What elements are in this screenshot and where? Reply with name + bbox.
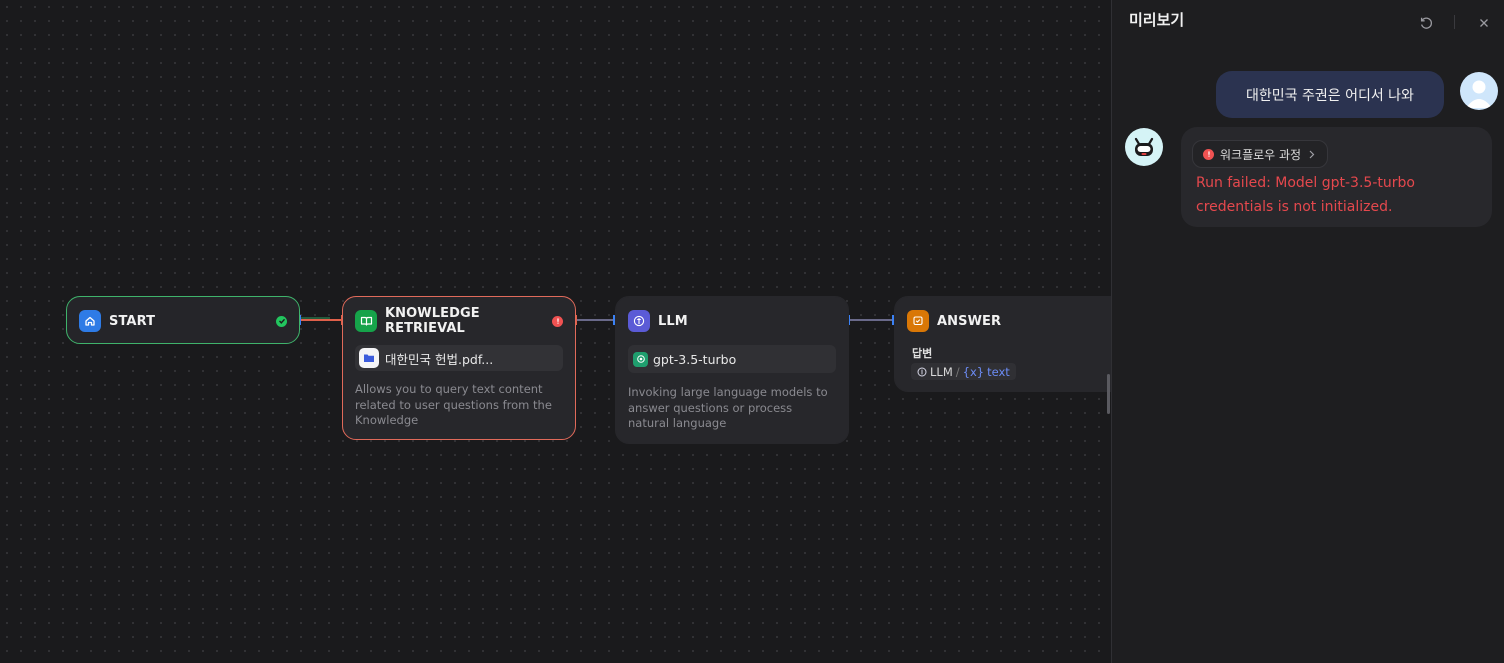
folder-icon (359, 348, 379, 368)
book-icon (355, 310, 377, 332)
close-icon[interactable] (1474, 13, 1494, 33)
success-check-icon (276, 315, 287, 327)
start-node[interactable]: START (66, 296, 300, 344)
error-status-icon (1203, 148, 1214, 160)
workflow-canvas[interactable]: START KNOWLEDGE RETRIEVAL 대한민국 헌법.pdf...… (0, 0, 1112, 663)
llm-icon (628, 310, 650, 332)
knowledge-node-title: KNOWLEDGE RETRIEVAL (385, 306, 480, 336)
llm-description: Invoking large language models to answer… (628, 385, 828, 430)
user-message-bubble: 대한민국 주권은 어디서 나와 (1216, 71, 1444, 118)
llm-node-title: LLM (658, 313, 688, 329)
llm-small-icon (917, 367, 927, 377)
workflow-process-label: 워크플로우 과정 (1220, 147, 1302, 162)
answer-variable-chip[interactable]: LLM / {x} text (911, 363, 1016, 380)
user-message-text: 대한민국 주권은 어디서 나와 (1246, 87, 1414, 104)
answer-field-label: 답변 (912, 347, 933, 360)
answer-icon (907, 310, 929, 332)
run-error-message: Run failed: Model gpt-3.5-turbo credenti… (1196, 175, 1415, 215)
restart-icon[interactable] (1416, 13, 1436, 33)
knowledge-description: Allows you to query text content related… (355, 382, 552, 427)
dataset-name: 대한민국 헌법.pdf... (385, 351, 494, 367)
answer-var-source: LLM (930, 364, 953, 379)
answer-var-separator: / (955, 364, 960, 379)
user-avatar (1460, 72, 1498, 110)
knowledge-retrieval-node[interactable]: KNOWLEDGE RETRIEVAL 대한민국 헌법.pdf... Allow… (342, 296, 576, 440)
chevron-right-icon (1309, 150, 1315, 159)
header-divider (1454, 15, 1455, 29)
openai-icon (633, 351, 648, 367)
workflow-process-toggle[interactable]: 워크플로우 과정 (1192, 140, 1329, 168)
answer-var-name: text (987, 364, 1010, 379)
home-icon (79, 310, 101, 332)
model-name: gpt-3.5-turbo (653, 351, 737, 367)
canvas-scrollbar[interactable] (1107, 374, 1110, 414)
bot-avatar (1125, 128, 1163, 166)
dataset-chip[interactable]: 대한민국 헌법.pdf... (355, 345, 563, 371)
answer-node[interactable]: ANSWER 답변 LLM / {x} text (894, 296, 1112, 392)
model-chip[interactable]: gpt-3.5-turbo (628, 345, 836, 373)
bot-message-bubble: 워크플로우 과정 Run failed: Model gpt-3.5-turbo… (1181, 127, 1492, 227)
variable-icon: {x} (962, 364, 985, 379)
llm-node[interactable]: LLM gpt-3.5-turbo Invoking large languag… (615, 296, 849, 444)
preview-panel: 미리보기 대한민국 주권은 어디서 나와 워크플로우 과정 Run failed… (1111, 0, 1504, 663)
answer-node-title: ANSWER (937, 313, 1002, 329)
error-status-icon (552, 315, 563, 327)
preview-title: 미리보기 (1129, 11, 1185, 29)
start-node-title: START (109, 313, 156, 329)
